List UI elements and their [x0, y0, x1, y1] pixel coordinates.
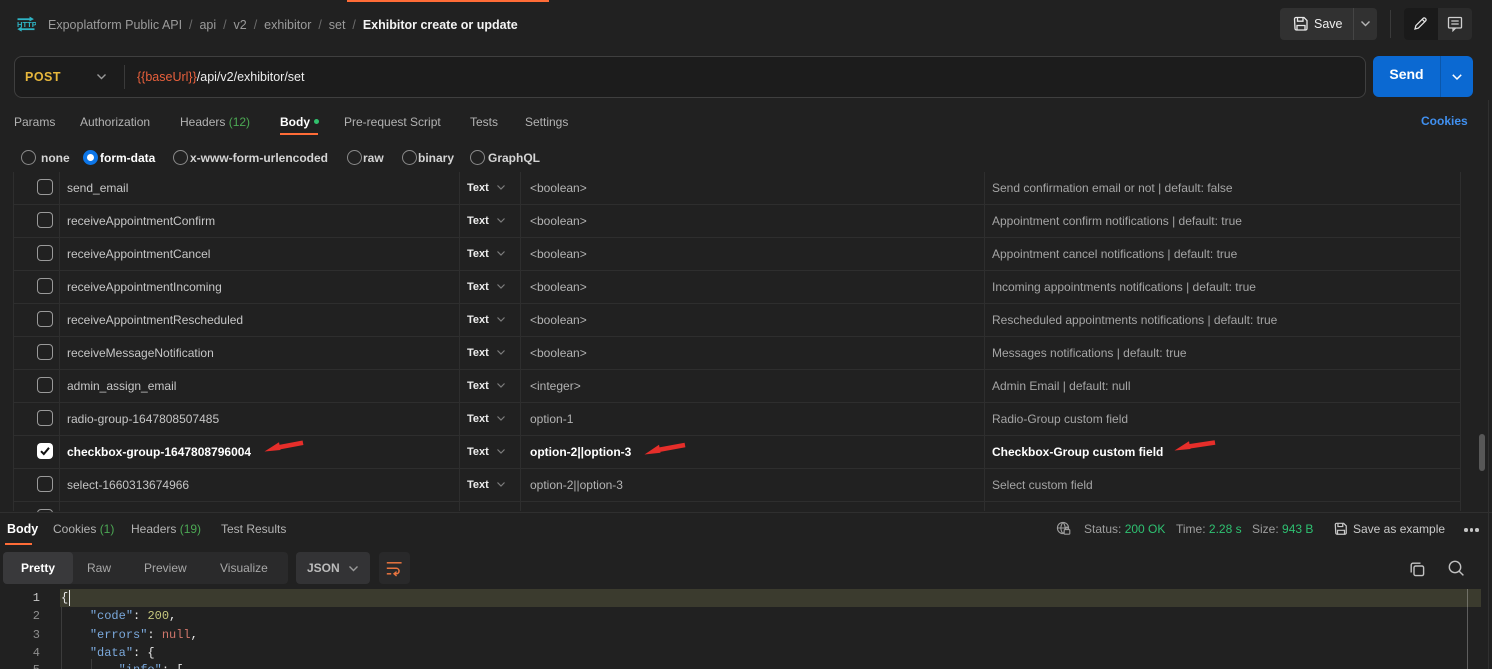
svg-text:HTTP: HTTP	[17, 20, 36, 29]
